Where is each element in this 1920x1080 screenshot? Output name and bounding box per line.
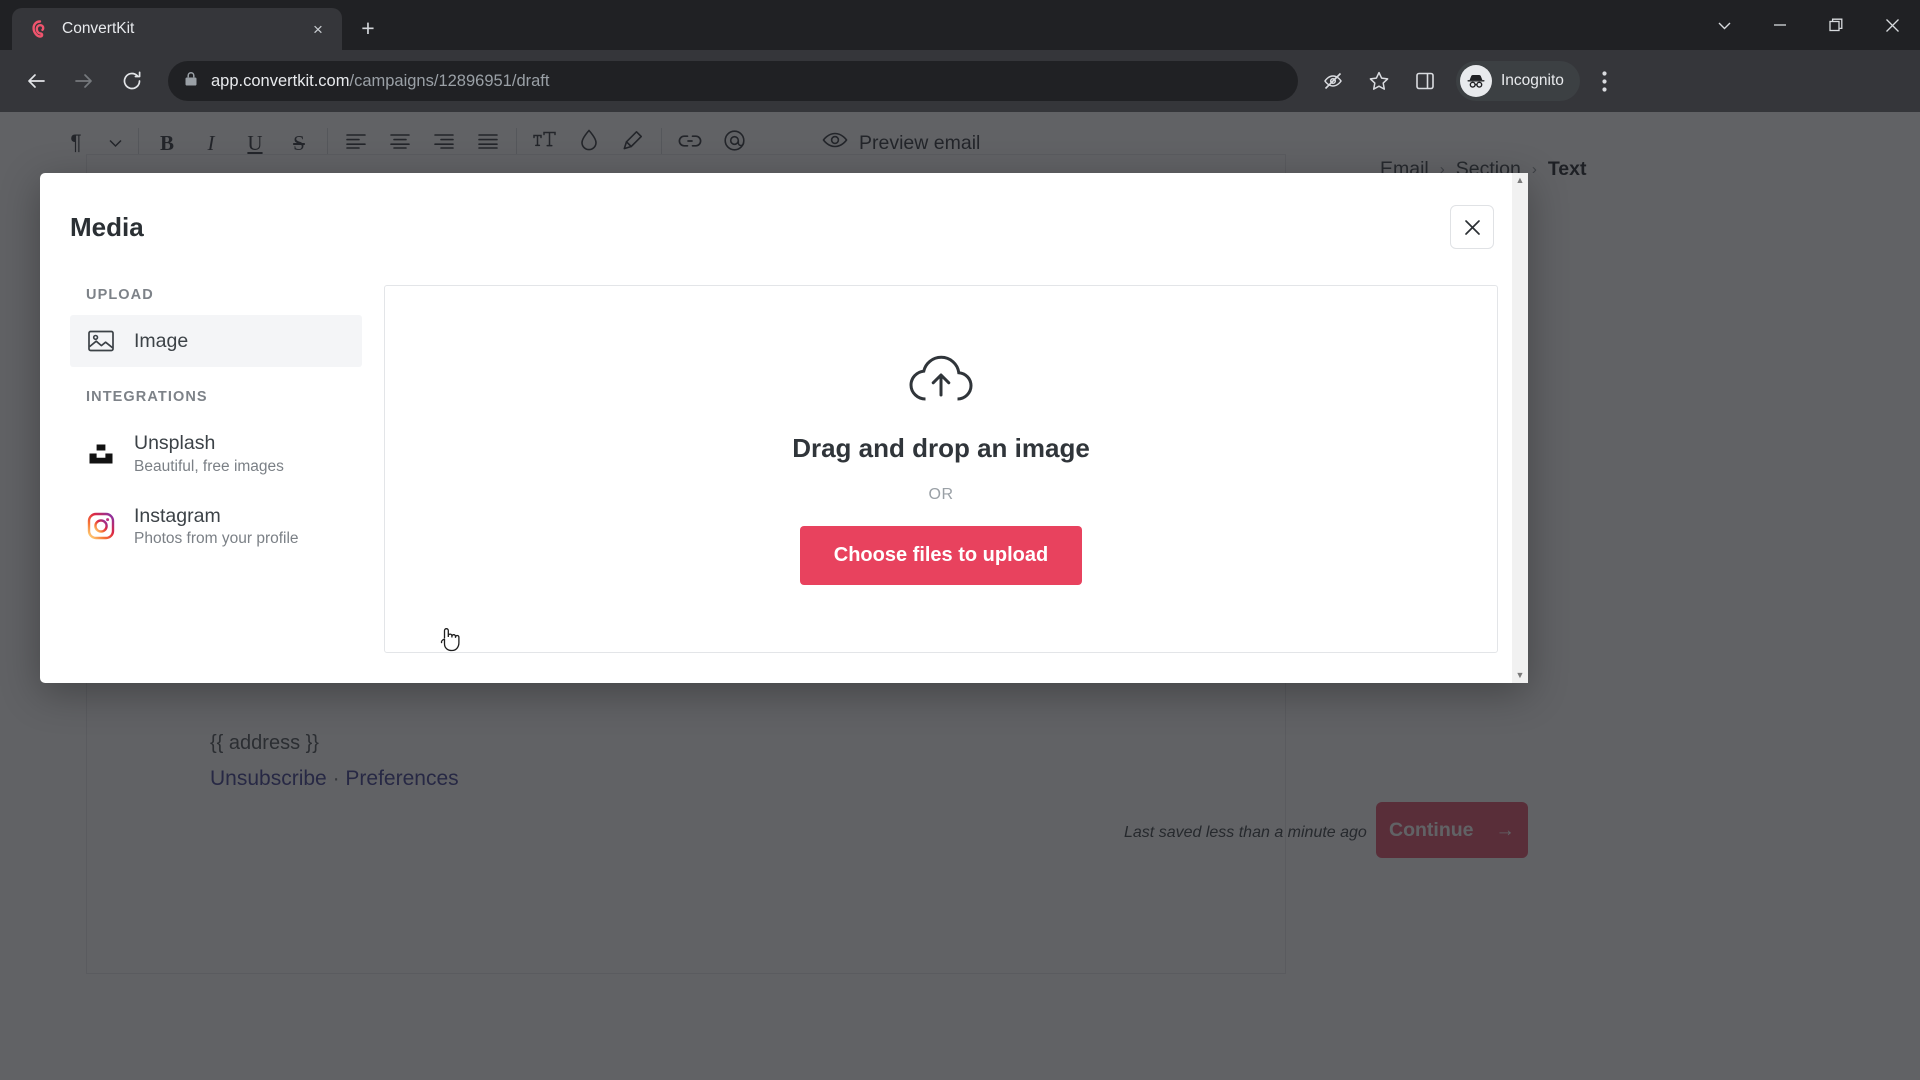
browser-window: ConvertKit × + app.convertkit.com/campai…	[0, 0, 1920, 1080]
choose-files-button[interactable]: Choose files to upload	[799, 525, 1083, 585]
convertkit-logo-icon	[30, 19, 50, 39]
sidebar-item-label: Instagram	[134, 504, 221, 527]
sidebar-item-label: Unsplash	[134, 432, 216, 455]
unsplash-icon	[86, 443, 116, 465]
modal-title: Media	[70, 211, 144, 242]
tab-close-icon[interactable]: ×	[304, 15, 332, 43]
modal-body: UPLOAD Image INTEGRATIONS Unsplash Beaut…	[40, 281, 1528, 683]
browser-tab[interactable]: ConvertKit ×	[12, 8, 342, 50]
address-bar: app.convertkit.com/campaigns/12896951/dr…	[0, 50, 1920, 112]
bookmark-star-icon[interactable]	[1358, 60, 1400, 102]
sidebar-heading-upload: UPLOAD	[86, 287, 154, 303]
sidebar-item-text: Instagram Photos from your profile	[134, 504, 299, 548]
profile-incognito-button[interactable]: Incognito	[1456, 61, 1580, 101]
sidebar-item-sublabel: Beautiful, free images	[134, 457, 284, 475]
sidebar-heading-integrations: INTEGRATIONS	[86, 389, 208, 406]
modal-scrollbar[interactable]: ▲ ▼	[1512, 173, 1528, 683]
upload-dropzone[interactable]: Drag and drop an image OR Choose files t…	[384, 285, 1498, 653]
chrome-menu-icon[interactable]	[1584, 60, 1626, 102]
close-modal-button[interactable]	[1450, 205, 1494, 249]
dropzone-or-label: OR	[928, 485, 954, 503]
instagram-icon	[86, 512, 116, 540]
forward-button[interactable]	[62, 59, 106, 103]
modal-header: Media	[40, 173, 1528, 281]
sidebar-item-unsplash[interactable]: Unsplash Beautiful, free images	[70, 417, 362, 489]
sidebar-item-image[interactable]: Image	[70, 315, 362, 368]
sidebar-item-sublabel: Photos from your profile	[134, 530, 299, 548]
sidebar-item-text: Unsplash Beautiful, free images	[134, 431, 284, 475]
tab-title: ConvertKit	[62, 20, 135, 37]
side-panel-icon[interactable]	[1404, 60, 1446, 102]
tab-strip: ConvertKit × +	[0, 0, 1920, 50]
image-icon	[86, 330, 116, 352]
maximize-button[interactable]	[1808, 0, 1864, 50]
modal-sidebar: UPLOAD Image INTEGRATIONS Unsplash Beaut…	[70, 281, 362, 683]
dropzone-title: Drag and drop an image	[792, 432, 1090, 463]
tab-search-icon[interactable]	[1696, 0, 1752, 50]
omnibox-actions: Incognito	[1312, 60, 1626, 102]
minimize-button[interactable]	[1752, 0, 1808, 50]
scroll-up-arrow-icon[interactable]: ▲	[1516, 176, 1525, 185]
url-input[interactable]: app.convertkit.com/campaigns/12896951/dr…	[168, 61, 1298, 101]
cloud-upload-icon	[908, 354, 974, 411]
window-controls	[1696, 0, 1920, 50]
url-domain: app.convertkit.com	[211, 71, 350, 90]
third-party-cookie-blocked-icon[interactable]	[1312, 60, 1354, 102]
incognito-avatar-icon	[1460, 65, 1492, 97]
back-button[interactable]	[14, 59, 58, 103]
url-text: app.convertkit.com/campaigns/12896951/dr…	[211, 72, 549, 91]
close-window-button[interactable]	[1864, 0, 1920, 50]
url-path: /campaigns/12896951/draft	[349, 71, 550, 90]
profile-label: Incognito	[1501, 72, 1564, 89]
mouse-cursor	[437, 625, 461, 660]
lock-icon	[184, 71, 198, 92]
reload-button[interactable]	[110, 59, 154, 103]
new-tab-button[interactable]: +	[350, 10, 386, 46]
sidebar-item-instagram[interactable]: Instagram Photos from your profile	[70, 490, 362, 562]
sidebar-item-label: Image	[134, 330, 189, 352]
scroll-down-arrow-icon[interactable]: ▼	[1516, 671, 1525, 680]
media-modal: Media UPLOAD Image INTEGRATIONS Unsplash…	[40, 173, 1528, 683]
